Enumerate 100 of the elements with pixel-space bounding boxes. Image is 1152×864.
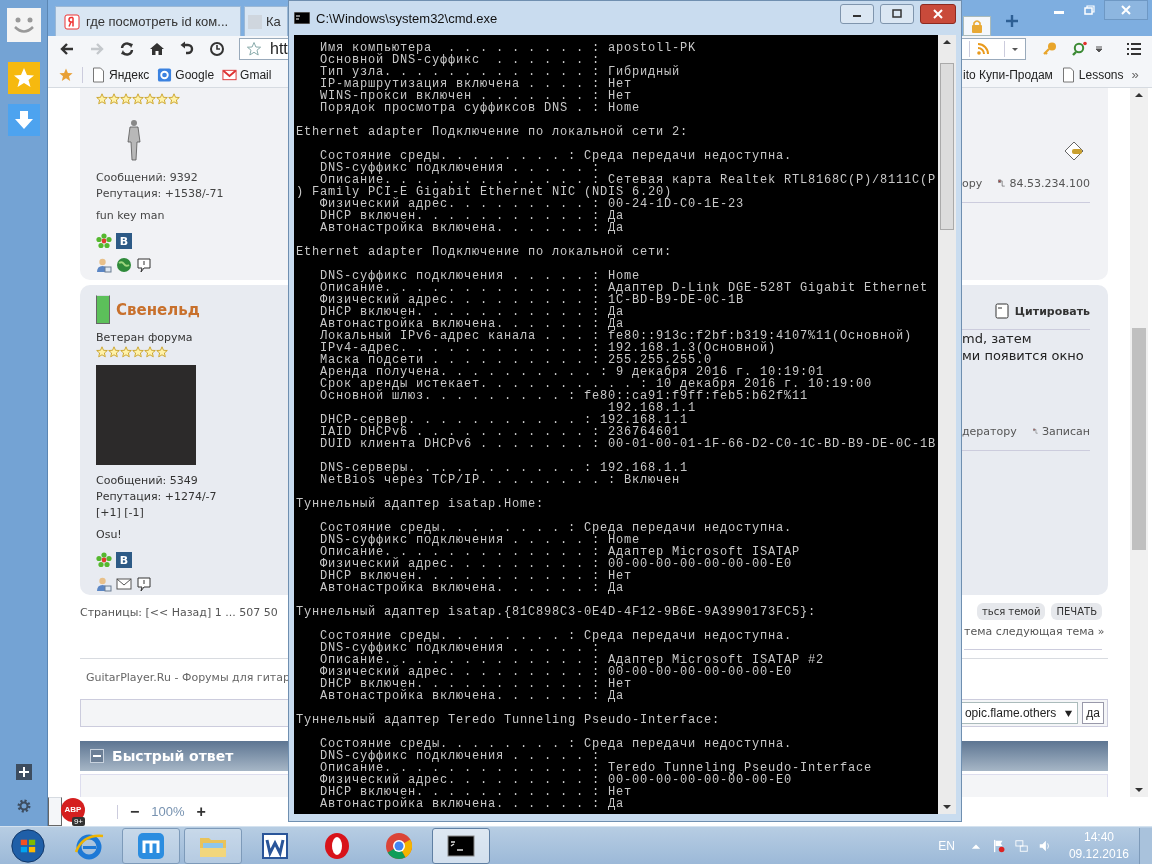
- scroll-thumb[interactable]: [940, 63, 954, 230]
- taskbar-app-button[interactable]: [432, 827, 490, 864]
- page-icon: [1060, 66, 1076, 83]
- back-icon[interactable]: [59, 41, 75, 57]
- menu-icon[interactable]: [1126, 41, 1142, 57]
- user-stat: [+1] [-1]: [96, 505, 145, 521]
- minimize-button[interactable]: [840, 4, 874, 24]
- console-line: DUID клиента DHCPv6 . . . . . . . : 00-01-00-01-1F-66-D2-C0-1C-BD-B9-DE-0C-1B: [319, 438, 938, 450]
- forum-select[interactable]: opic.flame.others: [959, 702, 1079, 724]
- report-link[interactable]: дератору: [962, 424, 1017, 438]
- dropdown-icon: [1064, 708, 1074, 718]
- bookmark-link[interactable]: Lessons: [1060, 66, 1124, 83]
- go-button[interactable]: да: [1082, 702, 1104, 724]
- dropdown-icon[interactable]: [1094, 44, 1104, 54]
- console-line: Состояние среды. . . . . . . . : Среда передачи недоступна.: [319, 630, 794, 642]
- browser-tab[interactable]: Ка: [244, 6, 288, 36]
- globe-icon[interactable]: [116, 257, 132, 273]
- more-bookmarks-button[interactable]: »: [1131, 67, 1139, 82]
- bookmark-link[interactable]: Яндекс: [91, 66, 150, 83]
- console-line: Порядок просмотра суффиксов DNS . : Home: [319, 102, 642, 114]
- bookmark-link[interactable]: Google: [157, 66, 215, 83]
- user-signature: Osu!: [96, 527, 123, 543]
- start-button[interactable]: [8, 827, 48, 864]
- flower-icon[interactable]: [96, 552, 112, 568]
- scroll-thumb[interactable]: [1132, 328, 1146, 550]
- console-line: Туннельный адаптер Teredo Tunneling Pseudo-Interface:: [296, 714, 722, 726]
- console-line: IP-маршрутизация включена . . . . : Нет: [319, 78, 633, 90]
- speech-bubble-icon[interactable]: [136, 257, 152, 273]
- scrollbar[interactable]: [1130, 88, 1148, 797]
- scrollbar[interactable]: [938, 35, 956, 814]
- close-icon: [1119, 5, 1133, 15]
- restore-icon: [1082, 5, 1096, 15]
- console-line: Физический адрес. . . . . . . . . : 00-24-1D-C0-1E-23: [320, 198, 746, 210]
- vk-button[interactable]: В: [116, 552, 132, 568]
- vk-button[interactable]: В: [116, 233, 132, 249]
- console-line: Срок аренды истекает. . . . . . . . . . : 10 декабря 2016 г. 10:19:00: [319, 378, 874, 390]
- ip-text: 84.53.234.100: [1009, 176, 1090, 190]
- scroll-up-icon[interactable]: [942, 39, 952, 45]
- topic-button[interactable]: ПЕЧАТЬ: [1051, 603, 1102, 620]
- search-icon[interactable]: [1072, 41, 1088, 57]
- report-link[interactable]: ору: [962, 176, 983, 190]
- user-signature: fun key man: [96, 208, 166, 224]
- scroll-up-icon[interactable]: [1134, 92, 1144, 98]
- console-line: Описание. . . . . . . . . . . . . : Адаптер Microsoft ISATAP: [319, 546, 802, 558]
- flower-icon[interactable]: [96, 233, 112, 249]
- envelope-icon[interactable]: [116, 576, 132, 592]
- download-icon[interactable]: [7, 104, 40, 136]
- show-desktop-button[interactable]: [1139, 827, 1152, 864]
- bookmark-link[interactable]: Gmail: [222, 66, 272, 83]
- diamond-icon[interactable]: [1064, 141, 1084, 161]
- pagination: Страницы: [<< Назад] 1 ... 507 50: [80, 606, 278, 619]
- browser-tab[interactable]: где посмотреть id ком...: [55, 6, 241, 36]
- console-line: DHCP включен. . . . . . . . . . . : Нет: [319, 786, 634, 798]
- key-icon[interactable]: [1042, 41, 1058, 57]
- user-icon[interactable]: [96, 576, 112, 592]
- star-icon: [246, 41, 262, 57]
- console-line: Физический адрес. . . . . . . . . : 00-00-00-00-00-00-00-E0: [319, 774, 794, 786]
- star-icon[interactable]: [58, 66, 83, 83]
- topic-navigation-link[interactable]: тема следующая тема »: [964, 625, 1102, 639]
- user-stat: Сообщений: 9392: [96, 170, 199, 186]
- user-icon[interactable]: [96, 257, 112, 273]
- console-line: Физический адрес. . . . . . . . . : 00-00-00-00-00-00-00-E0: [319, 666, 794, 678]
- maximize-icon: [890, 9, 904, 19]
- browser-tab[interactable]: [963, 16, 991, 36]
- history-icon[interactable]: [209, 41, 225, 57]
- new-tab-icon[interactable]: [1005, 14, 1019, 28]
- undo-icon[interactable]: [179, 41, 195, 57]
- scroll-down-icon[interactable]: [1134, 787, 1144, 793]
- maximize-button[interactable]: [880, 4, 914, 24]
- console-line: Аренда получена. . . . . . . . . . : 9 декабря 2016 г. 10:19:01: [319, 366, 825, 378]
- console-line: Описание. . . . . . . . . . . . . : Адаптер Microsoft ISATAP #2: [319, 654, 826, 666]
- avatar-icon[interactable]: [6, 8, 41, 42]
- topic-button[interactable]: ться темой: [976, 603, 1046, 620]
- flag-icon[interactable]: [991, 838, 1006, 853]
- favorites-icon[interactable]: [7, 62, 40, 94]
- console-line: Тип узла. . . . . . . . . . . . . : Гибридный: [319, 66, 682, 78]
- window-title: C:\Windows\system32\cmd.exe: [316, 10, 498, 26]
- console-line: DNS-серверы. . . . . . . . . . . : 192.168.1.1: [319, 462, 690, 474]
- quote-button[interactable]: Цитировать: [994, 303, 1090, 319]
- zoom-out-button[interactable]: −: [130, 802, 140, 821]
- reload-icon[interactable]: [119, 41, 135, 57]
- bookmark-link[interactable]: ito Купи-Продам: [963, 67, 1053, 82]
- lock-icon: [971, 19, 983, 33]
- ip-text: Записан: [1041, 424, 1090, 438]
- google-icon: [157, 66, 173, 83]
- close-button[interactable]: [920, 4, 956, 24]
- console-line: DHCP включен. . . . . . . . . . . : Нет: [319, 570, 634, 582]
- console-line: Основной шлюз. . . . . . . . . : fe80::ca91:f9ff:feb5:b62f%11: [319, 390, 810, 402]
- add-icon[interactable]: [15, 764, 32, 780]
- volume-icon[interactable]: [1037, 838, 1052, 853]
- speech-bubble-icon[interactable]: [136, 576, 152, 592]
- console-line: DHCP включен. . . . . . . . . . . : Нет: [319, 678, 634, 690]
- console-line: Автонастройка включена. . . . . . : Да: [319, 798, 626, 810]
- scroll-down-icon[interactable]: [942, 804, 952, 810]
- console-line: 192.168.1.1: [608, 402, 698, 414]
- zoom-in-button[interactable]: +: [196, 802, 206, 821]
- console-line: Автонастройка включена. . . . . . : Да: [319, 318, 625, 330]
- console-line: Описание. . . . . . . . . . . . . : Сетевая карта Realtek RTL8168C(P)/8111C(P: [320, 174, 938, 186]
- home-icon[interactable]: [149, 41, 165, 57]
- settings-icon[interactable]: [15, 798, 32, 814]
